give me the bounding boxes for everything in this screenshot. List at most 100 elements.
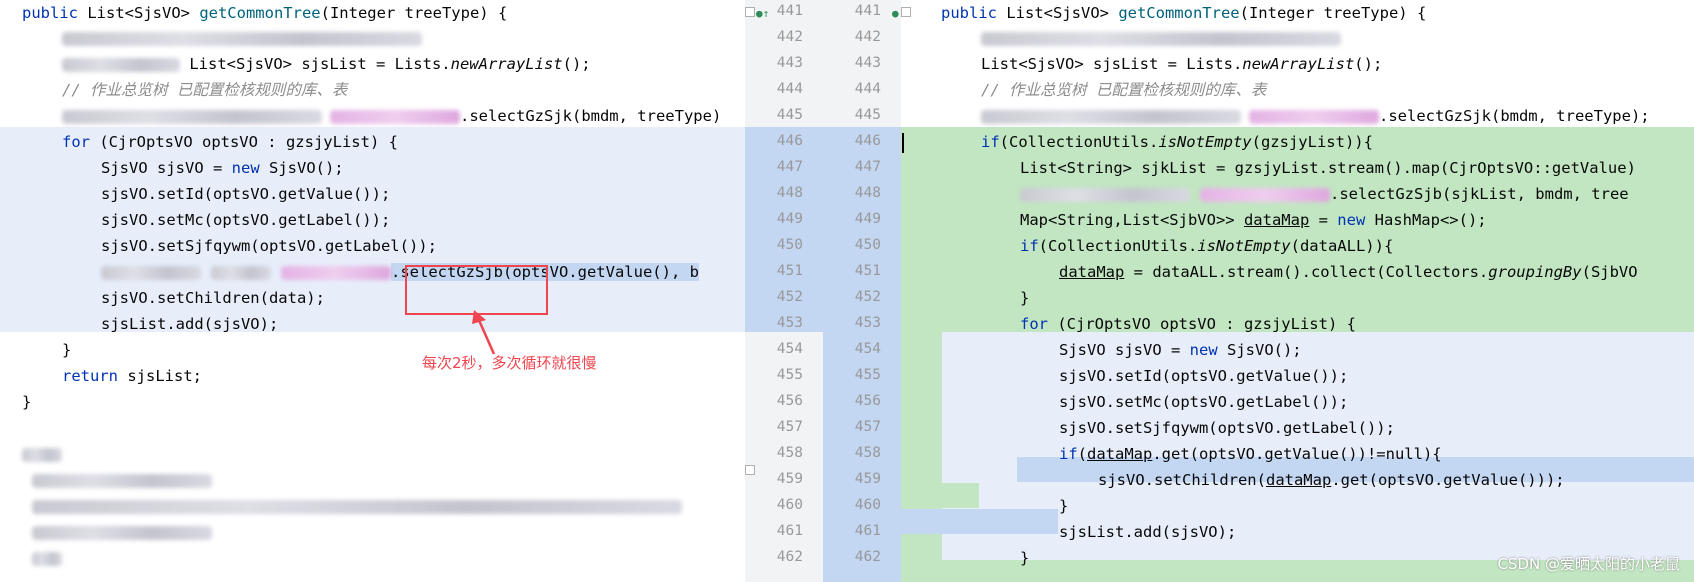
annotation-highlight-box bbox=[405, 265, 548, 315]
line-number: 443 bbox=[854, 55, 881, 71]
fold-icon[interactable] bbox=[745, 465, 755, 475]
redacted-javadoc bbox=[32, 545, 62, 572]
code-line: sjsList.add(sjsVO); bbox=[101, 315, 279, 333]
code-line: for (CjrOptsVO optsVO : gzsjyList) { bbox=[62, 133, 398, 151]
line-number: 441 bbox=[854, 3, 881, 19]
line-number: 444 bbox=[776, 81, 803, 97]
code-line: dataMap = dataALL.stream().collect(Colle… bbox=[1059, 263, 1638, 281]
line-number: 453 bbox=[854, 315, 881, 331]
code-comment: // 作业总览树 已配置检核规则的库、表 bbox=[62, 81, 348, 99]
added-line-highlight bbox=[901, 483, 979, 508]
line-number: 442 bbox=[776, 29, 803, 45]
code-line: .selectGzSjk(bmdm, treeType); bbox=[981, 103, 1650, 130]
line-number: 461 bbox=[854, 523, 881, 539]
line-number: 442 bbox=[854, 29, 881, 45]
code-line: sjsVO.setId(optsVO.getValue()); bbox=[101, 185, 391, 203]
line-number: 447 bbox=[854, 159, 881, 175]
line-number: 445 bbox=[854, 107, 881, 123]
fold-icon[interactable] bbox=[745, 7, 755, 17]
line-number: 456 bbox=[776, 393, 803, 409]
line-number: 458 bbox=[854, 445, 881, 461]
code-line: if(CollectionUtils.isNotEmpty(gzsjyList)… bbox=[981, 133, 1373, 151]
line-number: 448 bbox=[776, 185, 803, 201]
code-comment: // 作业总览树 已配置检核规则的库、表 bbox=[981, 81, 1267, 99]
code-line: } bbox=[1020, 549, 1030, 567]
code-line: .selectGzSjb(optsVO.getValue(), b bbox=[101, 259, 699, 286]
line-number: 446 bbox=[776, 133, 803, 149]
code-line: sjsVO.setMc(optsVO.getLabel()); bbox=[101, 211, 391, 229]
right-editor-pane[interactable]: public List<SjsVO> getCommonTree(Integer… bbox=[901, 0, 1694, 582]
fold-icon[interactable] bbox=[901, 7, 911, 17]
code-line: sjsVO.setChildren(dataMap.get(optsVO.get… bbox=[1098, 471, 1565, 489]
line-number: 454 bbox=[854, 341, 881, 357]
code-line: .selectGzSjk(bmdm, treeType) bbox=[62, 103, 721, 130]
code-line: List<SjsVO> sjsList = Lists.newArrayList… bbox=[981, 55, 1383, 73]
line-number: 458 bbox=[776, 445, 803, 461]
code-line: List<String> sjkList = gzsjyList.stream(… bbox=[1020, 159, 1636, 177]
line-number: 441 bbox=[776, 3, 803, 19]
diff-gutter: ●↑ ● 441 441 442 442 443 443 444 444 445 445 446 44… bbox=[745, 0, 901, 582]
override-icon[interactable]: ● bbox=[892, 0, 899, 27]
code-line: sjsVO.setSjfqywm(optsVO.getLabel()); bbox=[1059, 419, 1395, 437]
line-number: 451 bbox=[854, 263, 881, 279]
code-line: if(dataMap.get(optsVO.getValue())!=null)… bbox=[1059, 445, 1442, 463]
line-number: 462 bbox=[776, 549, 803, 565]
code-line: SjsVO sjsVO = new SjsVO(); bbox=[101, 159, 344, 177]
line-number: 447 bbox=[776, 159, 803, 175]
redacted-javadoc bbox=[32, 493, 682, 520]
code-line: } bbox=[1059, 497, 1069, 515]
line-number: 457 bbox=[854, 419, 881, 435]
line-number: 448 bbox=[854, 185, 881, 201]
redacted-javadoc bbox=[32, 519, 212, 546]
line-number: 446 bbox=[854, 133, 881, 149]
code-line: sjsVO.setId(optsVO.getValue()); bbox=[1059, 367, 1349, 385]
code-line: Map<String,List<SjbVO>> dataMap = new Ha… bbox=[1020, 211, 1487, 229]
redacted-javadoc bbox=[22, 441, 62, 468]
code-line: } bbox=[62, 341, 72, 359]
line-number: 449 bbox=[854, 211, 881, 227]
line-number: 459 bbox=[776, 471, 803, 487]
code-line: sjsVO.setChildren(data); bbox=[101, 289, 325, 307]
annotation-text: 每次2秒，多次循环就很慢 bbox=[422, 354, 597, 372]
redacted-code-line bbox=[981, 25, 1341, 52]
line-number: 449 bbox=[776, 211, 803, 227]
line-number: 460 bbox=[776, 497, 803, 513]
code-line: sjsVO.setSjfqywm(optsVO.getLabel()); bbox=[101, 237, 437, 255]
watermark: CSDN @爱晒太阳的小老鼠 bbox=[1497, 555, 1680, 573]
line-number: 455 bbox=[854, 367, 881, 383]
code-line: SjsVO sjsVO = new SjsVO(); bbox=[1059, 341, 1302, 359]
code-line: .selectGzSjb(sjkList, bmdm, tree bbox=[1020, 181, 1629, 208]
code-line: return sjsList; bbox=[62, 367, 202, 385]
line-number: 450 bbox=[854, 237, 881, 253]
redacted-code-line bbox=[62, 25, 422, 52]
code-line: public List<SjsVO> getCommonTree(Integer… bbox=[941, 4, 1427, 22]
line-number: 450 bbox=[776, 237, 803, 253]
text-cursor bbox=[902, 133, 904, 153]
line-number: 443 bbox=[776, 55, 803, 71]
code-line: sjsList.add(sjsVO); bbox=[1059, 523, 1237, 541]
line-number: 452 bbox=[776, 289, 803, 305]
code-line: } bbox=[1020, 289, 1030, 307]
line-number: 445 bbox=[776, 107, 803, 123]
line-number: 457 bbox=[776, 419, 803, 435]
line-number: 454 bbox=[776, 341, 803, 357]
left-editor-pane[interactable]: public List<SjsVO> getCommonTree(Integer… bbox=[0, 0, 745, 582]
code-line: } bbox=[22, 393, 32, 411]
line-number: 451 bbox=[776, 263, 803, 279]
code-line: public List<SjsVO> getCommonTree(Integer… bbox=[22, 4, 508, 22]
line-number: 462 bbox=[854, 549, 881, 565]
line-number: 460 bbox=[854, 497, 881, 513]
line-number: 461 bbox=[776, 523, 803, 539]
added-block-highlight bbox=[901, 535, 942, 582]
code-line: for (CjrOptsVO optsVO : gzsjyList) { bbox=[1020, 315, 1356, 333]
line-number: 452 bbox=[854, 289, 881, 305]
line-number: 455 bbox=[776, 367, 803, 383]
line-number: 456 bbox=[854, 393, 881, 409]
line-number: 453 bbox=[776, 315, 803, 331]
line-number: 444 bbox=[854, 81, 881, 97]
code-line: if(CollectionUtils.isNotEmpty(dataALL)){ bbox=[1020, 237, 1394, 255]
line-number: 459 bbox=[854, 471, 881, 487]
code-line: sjsVO.setMc(optsVO.getLabel()); bbox=[1059, 393, 1349, 411]
changed-line-highlight bbox=[901, 509, 1058, 534]
code-line: List<SjsVO> sjsList = Lists.newArrayList… bbox=[62, 51, 591, 78]
